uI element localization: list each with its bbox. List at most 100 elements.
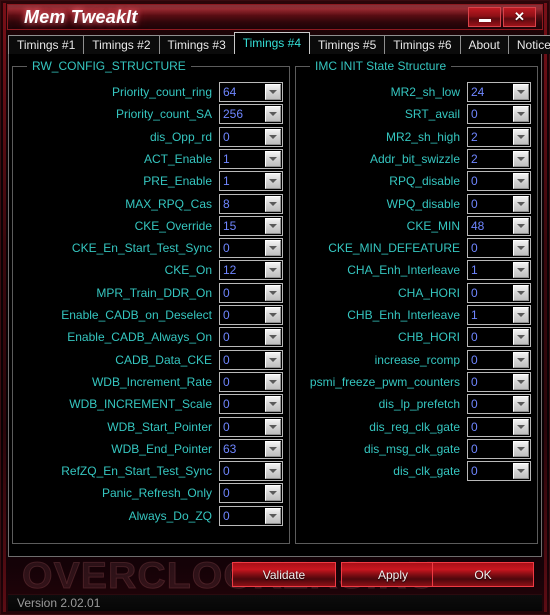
setting-combobox[interactable]: 0 — [219, 505, 283, 526]
setting-combobox[interactable]: 1 — [219, 148, 283, 169]
chevron-down-icon[interactable] — [265, 351, 281, 368]
chevron-down-icon[interactable] — [513, 128, 529, 145]
tab-timings-5[interactable]: Timings #5 — [309, 35, 386, 54]
setting-combobox[interactable]: 0 — [467, 104, 531, 125]
setting-combobox[interactable]: 0 — [219, 394, 283, 415]
tab-notice[interactable]: Notice — [507, 35, 550, 54]
setting-combobox[interactable]: 0 — [219, 238, 283, 259]
chevron-down-icon[interactable] — [513, 262, 529, 279]
chevron-down-icon[interactable] — [513, 418, 529, 435]
setting-value: 0 — [471, 397, 478, 412]
chevron-down-icon[interactable] — [265, 440, 281, 457]
chevron-down-icon[interactable] — [513, 351, 529, 368]
validate-button[interactable]: Validate — [232, 562, 336, 587]
chevron-down-icon[interactable] — [265, 150, 281, 167]
chevron-down-icon[interactable] — [265, 284, 281, 301]
setting-combobox[interactable]: 63 — [219, 438, 283, 459]
chevron-down-icon[interactable] — [513, 373, 529, 390]
setting-combobox[interactable]: 0 — [219, 371, 283, 392]
setting-combobox[interactable]: 2 — [467, 126, 531, 147]
chevron-down-icon[interactable] — [265, 240, 281, 257]
setting-combobox[interactable]: 0 — [467, 193, 531, 214]
group-right-title: IMC INIT State Structure — [310, 59, 452, 73]
setting-combobox[interactable]: 0 — [219, 126, 283, 147]
setting-combobox[interactable]: 64 — [219, 82, 283, 102]
setting-combobox[interactable]: 0 — [467, 282, 531, 303]
setting-combobox[interactable]: 0 — [219, 483, 283, 504]
frame-edge-left — [3, 3, 6, 612]
close-button[interactable]: ✕ — [503, 7, 536, 27]
chevron-down-icon[interactable] — [513, 217, 529, 234]
chevron-down-icon[interactable] — [265, 507, 281, 524]
setting-combobox[interactable]: 0 — [467, 371, 531, 392]
chevron-down-icon[interactable] — [265, 195, 281, 212]
chevron-down-icon[interactable] — [265, 463, 281, 480]
chevron-down-icon[interactable] — [265, 307, 281, 323]
setting-combobox[interactable]: 0 — [467, 349, 531, 370]
minimize-button[interactable] — [468, 7, 501, 27]
setting-combobox[interactable]: 24 — [467, 82, 531, 102]
chevron-down-icon[interactable] — [513, 284, 529, 301]
chevron-down-icon[interactable] — [513, 440, 529, 457]
apply-button[interactable]: Apply — [341, 562, 445, 587]
setting-combobox[interactable]: 0 — [219, 282, 283, 303]
chevron-down-icon[interactable] — [513, 173, 529, 190]
setting-combobox[interactable]: 1 — [219, 171, 283, 192]
chevron-down-icon[interactable] — [265, 262, 281, 279]
setting-row: MAX_RPQ_Cas 8 — [21, 193, 283, 214]
chevron-down-icon[interactable] — [265, 128, 281, 145]
setting-combobox[interactable]: 0 — [467, 438, 531, 459]
chevron-down-icon[interactable] — [513, 307, 529, 323]
tab-timings-4[interactable]: Timings #4 — [233, 32, 310, 54]
setting-combobox[interactable]: 15 — [219, 215, 283, 236]
setting-combobox[interactable]: 0 — [219, 416, 283, 437]
chevron-down-icon[interactable] — [513, 150, 529, 167]
chevron-down-icon[interactable] — [265, 373, 281, 390]
chevron-down-icon[interactable] — [513, 396, 529, 413]
chevron-down-icon[interactable] — [513, 195, 529, 212]
setting-combobox[interactable]: 0 — [467, 238, 531, 259]
setting-label: Priority_count_SA — [115, 107, 212, 122]
setting-combobox[interactable]: 48 — [467, 215, 531, 236]
window-title: Mem TweakIt — [24, 7, 138, 27]
chevron-down-icon[interactable] — [513, 329, 529, 346]
setting-label: CADB_Data_CKE — [115, 352, 212, 367]
setting-combobox[interactable]: 0 — [467, 394, 531, 415]
chevron-down-icon[interactable] — [513, 240, 529, 257]
setting-combobox[interactable]: 12 — [219, 260, 283, 281]
chevron-down-icon[interactable] — [265, 106, 281, 123]
setting-combobox[interactable]: 256 — [219, 104, 283, 125]
chevron-down-icon[interactable] — [265, 173, 281, 190]
setting-combobox[interactable]: 0 — [219, 349, 283, 370]
chevron-down-icon[interactable] — [265, 396, 281, 413]
setting-combobox[interactable]: 0 — [467, 416, 531, 437]
setting-combobox[interactable]: 2 — [467, 148, 531, 169]
tab-timings-1[interactable]: Timings #1 — [8, 35, 85, 54]
setting-combobox[interactable]: 8 — [219, 193, 283, 214]
chevron-down-icon[interactable] — [513, 106, 529, 123]
chevron-down-icon[interactable] — [265, 217, 281, 234]
chevron-down-icon[interactable] — [513, 463, 529, 480]
ok-button[interactable]: OK — [432, 562, 534, 587]
setting-combobox[interactable]: 0 — [219, 327, 283, 348]
setting-combobox[interactable]: 0 — [467, 461, 531, 482]
chevron-down-icon[interactable] — [265, 84, 281, 100]
setting-label: CHA_Enh_Interleave — [347, 263, 460, 278]
setting-combobox[interactable]: 0 — [467, 327, 531, 348]
setting-combobox[interactable]: 1 — [467, 260, 531, 281]
tab-timings-6[interactable]: Timings #6 — [384, 35, 461, 54]
chevron-down-icon[interactable] — [265, 418, 281, 435]
tab-timings-3[interactable]: Timings #3 — [158, 35, 235, 54]
setting-combobox[interactable]: 0 — [219, 461, 283, 482]
setting-combobox[interactable]: 0 — [219, 305, 283, 325]
chevron-down-icon[interactable] — [265, 329, 281, 346]
chevron-down-icon[interactable] — [265, 485, 281, 502]
chevron-down-icon[interactable] — [513, 84, 529, 100]
setting-combobox[interactable]: 1 — [467, 305, 531, 325]
tab-about[interactable]: About — [459, 35, 509, 54]
setting-combobox[interactable]: 0 — [467, 171, 531, 192]
setting-value: 0 — [223, 129, 230, 144]
setting-row: dis_msg_clk_gate 0 — [304, 438, 531, 459]
tab-timings-2[interactable]: Timings #2 — [83, 35, 160, 54]
setting-value: 256 — [223, 107, 244, 122]
